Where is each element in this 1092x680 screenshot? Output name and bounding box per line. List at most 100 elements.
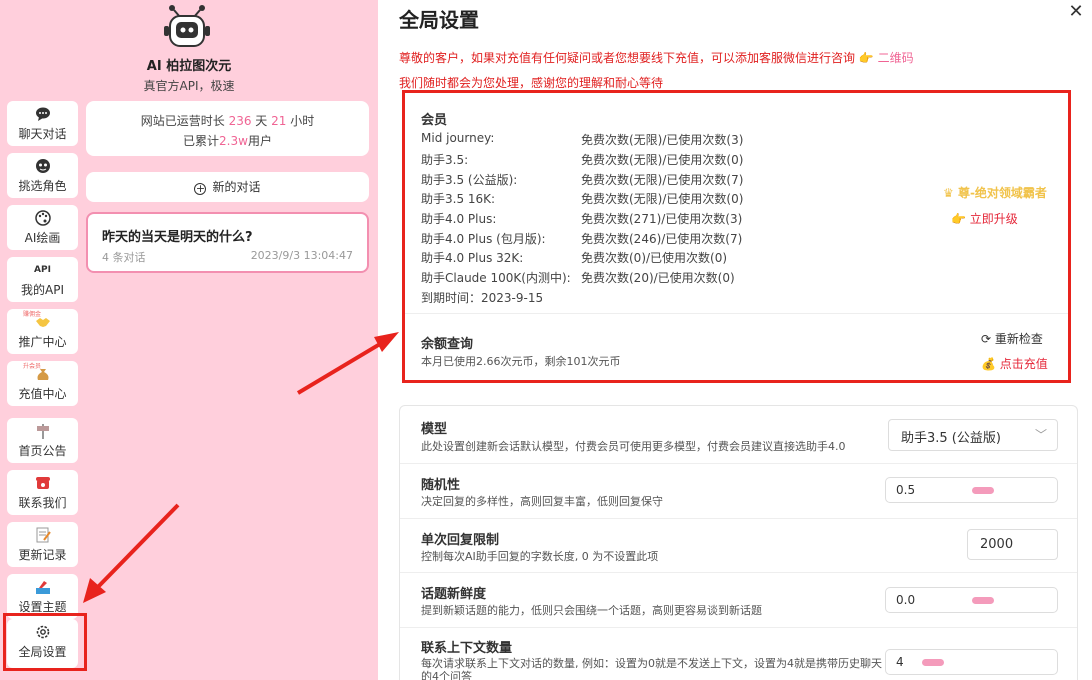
setting-max-reply: 单次回复限制 控制每次AI助手回复的字数长度, 0 为不设置此项 2000 [400, 519, 1077, 573]
conversation-title: 昨天的当天是明天的什么? [102, 230, 253, 245]
row-value: 免费次数(无限)/已使用次数(7) [581, 173, 744, 187]
freshness-slider[interactable]: 0.0 [885, 587, 1058, 613]
stats-total-prefix: 已累计 [183, 134, 220, 148]
nav-item-changelog[interactable]: 更新记录 [7, 522, 78, 567]
max-reply-input[interactable]: 2000 [967, 529, 1058, 560]
member-level-label: 尊-绝对领域霸者 [957, 186, 1047, 200]
row-name: 助手4.0 Plus 32K: [421, 251, 524, 265]
stats-days-unit: 天 [255, 114, 268, 128]
palette-icon [34, 210, 51, 226]
nav-label: 首页公告 [18, 444, 67, 458]
model-select-value: 助手3.5 (公益版) [901, 431, 1001, 446]
nav-label: 推广中心 [18, 335, 67, 349]
nav-label: 联系我们 [18, 496, 67, 510]
close-icon[interactable]: ✕ [1067, 3, 1085, 21]
robot-logo-icon [164, 5, 210, 47]
membership-panel: 会员 Mid journey: 免费次数(无限)/已使用次数(3) 助手3.5: 免… [402, 90, 1071, 383]
memo-icon [36, 527, 51, 543]
nav-item-announcement[interactable]: 首页公告 [7, 418, 78, 463]
telephone-icon [35, 477, 50, 489]
context-slider[interactable]: 4 [885, 649, 1058, 675]
mask-icon [35, 159, 50, 173]
notice-line-2: 我们随时都会为您处理，感谢您的理解和耐心等待 [399, 76, 664, 90]
model-select[interactable]: 助手3.5 (公益版) ﹀ [888, 419, 1058, 451]
setting-title: 随机性 [421, 478, 461, 493]
highlight-box [3, 613, 87, 671]
nav-tag: 升会员 [23, 363, 42, 370]
membership-row: 助手4.0 Plus: 免费次数(271)/已使用次数(3) [421, 210, 742, 227]
slider-handle[interactable] [972, 487, 994, 494]
row-value: 免费次数(0)/已使用次数(0) [581, 251, 728, 265]
brand-title: AI 柏拉图次元 [146, 59, 232, 74]
nav-item-my-api[interactable]: API 我的API [7, 257, 78, 302]
setting-freshness: 话题新鲜度 提到新颖话题的能力，低则只会围绕一个话题，高则更容易谈到新话题 0.… [400, 573, 1077, 628]
recheck-button[interactable]: ⟳ 重新检查 [981, 330, 1043, 347]
setting-desc: 控制每次AI助手回复的字数长度, 0 为不设置此项 [421, 550, 659, 563]
row-value: 免费次数(246)/已使用次数(7) [581, 232, 743, 246]
setting-title: 模型 [421, 422, 448, 437]
nav-item-recharge[interactable]: 升会员 充值中心 [7, 361, 78, 406]
nav-item-roles[interactable]: 挑选角色 [7, 153, 78, 198]
setting-desc: 提到新颖话题的能力，低则只会围绕一个话题，高则更容易谈到新话题 [421, 604, 762, 617]
chevron-down-icon: ﹀ [1034, 428, 1047, 442]
membership-row: 助手3.5 (公益版): 免费次数(无限)/已使用次数(7) [421, 171, 743, 188]
membership-row: Mid journey: 免费次数(无限)/已使用次数(3) [421, 131, 743, 147]
qr-code-link[interactable]: 二维码 [878, 51, 914, 65]
nav-item-promotion[interactable]: 赚佣金 推广中心 [7, 309, 78, 354]
member-level: ♛ 尊-绝对领域霸者 [943, 184, 1047, 201]
row-name: 助手3.5 16K: [421, 192, 496, 206]
slider-handle[interactable] [922, 659, 944, 666]
membership-row: 助手Claude 100K(内测中): 免费次数(20)/已使用次数(0) [421, 269, 735, 286]
setting-title: 话题新鲜度 [421, 587, 487, 602]
plus-icon: + [194, 182, 207, 195]
nav-item-contact[interactable]: 联系我们 [7, 470, 78, 515]
stats-prefix: 网站已运营时长 [140, 114, 225, 128]
recheck-label: 重新检查 [994, 332, 1043, 346]
crown-icon: ♛ [943, 186, 954, 200]
row-name: 助手4.0 Plus: [421, 212, 497, 226]
row-value: 免费次数(271)/已使用次数(3) [581, 212, 743, 226]
conversation-date: 2023/9/3 13:04:47 [250, 249, 353, 262]
stats-hours: 21 [271, 114, 287, 128]
membership-row: 助手4.0 Plus 32K: 免费次数(0)/已使用次数(0) [421, 249, 727, 266]
setting-desc: 决定回复的多样性，高则回复丰富，低则回复保守 [421, 495, 663, 508]
conversation-item[interactable]: 昨天的当天是明天的什么? 4 条对话 2023/9/3 13:04:47 [86, 212, 369, 273]
setting-context: 联系上下文数量 每次请求联系上下文对话的数量, 例如：设置为0就是不发送上下文，… [400, 628, 1077, 680]
membership-row: 助手3.5: 免费次数(无限)/已使用次数(0) [421, 151, 743, 168]
refresh-icon: ⟳ [981, 332, 992, 346]
membership-row: 助手3.5 16K: 免费次数(无限)/已使用次数(0) [421, 190, 743, 207]
freshness-value: 0.0 [896, 593, 916, 607]
stats-hours-unit: 小时 [290, 114, 315, 128]
recharge-button[interactable]: 💰 点击充值 [981, 355, 1048, 372]
setting-model: 模型 此处设置创建新会话默认模型，付费会员可使用更多模型，付费会员建议直接选助手… [400, 406, 1077, 464]
new-chat-button[interactable]: + 新的对话 [86, 172, 369, 202]
setting-randomness: 随机性 决定回复的多样性，高则回复丰富，低则回复保守 0.5 [400, 464, 1077, 519]
stats-days: 236 [228, 114, 252, 128]
nav-label: 充值中心 [18, 387, 67, 401]
balance-title: 余额查询 [421, 337, 474, 352]
brand-subtitle: 真官方API，极速 [143, 79, 235, 93]
randomness-slider[interactable]: 0.5 [885, 477, 1058, 503]
stats-users: 2.3w [219, 134, 248, 148]
setting-desc: 每次请求联系上下文对话的数量, 例如：设置为0就是不发送上下文，设置为4就是携带… [421, 657, 882, 680]
row-name: 助手3.5: [421, 153, 469, 167]
notice-text: 尊敬的客户，如果对充值有任何疑问或者您想要线下充值，可以添加客服微信进行咨询 👉 [399, 51, 874, 65]
membership-title: 会员 [421, 113, 448, 128]
row-name: 助手3.5 (公益版): [421, 173, 518, 187]
setting-title: 单次回复限制 [421, 533, 500, 548]
membership-row: 助手4.0 Plus (包月版): 免费次数(246)/已使用次数(7) [421, 230, 742, 247]
upgrade-button[interactable]: 👉 立即升级 [951, 210, 1018, 227]
upgrade-label: 立即升级 [969, 212, 1018, 226]
nav-label: 聊天对话 [18, 127, 67, 141]
nav-tag: 赚佣金 [23, 311, 42, 318]
page-title: 全局设置 [399, 8, 479, 32]
money-bag-icon: 💰 [981, 357, 996, 371]
nav-item-ai-draw[interactable]: AI绘画 [7, 205, 78, 250]
slider-handle[interactable] [972, 597, 994, 604]
notice-line-1: 尊敬的客户，如果对充值有任何疑问或者您想要线下充值，可以添加客服微信进行咨询 👉… [399, 49, 914, 66]
nav-label: 更新记录 [18, 548, 67, 562]
nav-item-chat[interactable]: 聊天对话 [7, 101, 78, 146]
nav-label: 我的API [21, 283, 64, 297]
row-value: 免费次数(无限)/已使用次数(3) [581, 133, 744, 147]
row-value: 免费次数(20)/已使用次数(0) [581, 271, 735, 285]
